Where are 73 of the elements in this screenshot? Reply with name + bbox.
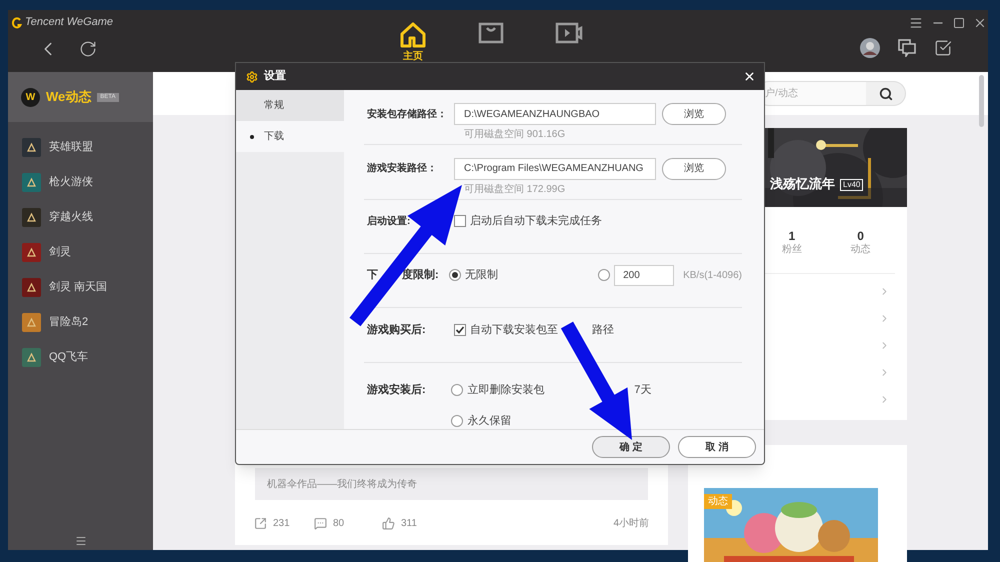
path-field[interactable]: D:\WEGAMEANZHAUNGBAO <box>454 103 656 125</box>
settings-icon <box>246 70 258 82</box>
field-label: 游戏安装后: <box>366 382 427 398</box>
settings-tab[interactable]: 下载 <box>236 121 344 152</box>
comment-button[interactable]: 80 <box>314 516 382 530</box>
radio-button[interactable] <box>449 269 462 282</box>
sidebar-item[interactable]: 剑灵 南天国 <box>8 270 153 305</box>
user-name: 浅殇忆流年 <box>770 174 835 192</box>
speed-unit: KB/s(1-4096) <box>683 268 742 283</box>
sidebar-item[interactable]: 枪火游侠 <box>8 165 153 200</box>
option-label: 自动下载安装包至 <box>470 322 558 338</box>
like-button[interactable]: 311 <box>382 516 417 530</box>
option-label: 7天 <box>634 383 652 398</box>
keep-option[interactable]: 永久保留 <box>451 412 512 429</box>
video-icon <box>555 22 583 44</box>
nav-tab[interactable]: 主页 <box>393 22 433 72</box>
option-label: 路径 <box>592 322 614 338</box>
keep-option[interactable]: 立即删除安装包 <box>451 382 544 398</box>
home-icon <box>399 22 427 48</box>
sidebar-item[interactable]: 剑灵 <box>8 235 153 270</box>
cancel-button[interactable]: 取 消 <box>678 436 756 458</box>
menu-icon[interactable] <box>909 16 923 30</box>
startup-option[interactable]: 启动后自动下载未完成任务 <box>454 212 602 230</box>
free-space: 可用磁盘空间 172.99G <box>464 182 566 197</box>
scrollbar[interactable] <box>979 75 984 127</box>
sidebar-item[interactable]: 穿越火线 <box>8 200 153 235</box>
radio-button[interactable] <box>451 414 464 427</box>
chat-icon[interactable] <box>898 39 916 57</box>
stat-label: 动态 <box>850 243 871 257</box>
share-icon <box>254 516 267 530</box>
sidebar-item[interactable]: 英雄联盟 <box>8 130 153 165</box>
menu-icon[interactable] <box>74 535 86 547</box>
radio-button[interactable] <box>451 384 464 396</box>
avatar[interactable] <box>860 38 880 58</box>
caption: 机器伞作品——我们终将成为传奇 <box>255 468 648 500</box>
browse-button[interactable]: 浏览 <box>662 103 726 125</box>
field-label: 度限制: <box>402 268 439 284</box>
app-title: Tencent WeGame <box>25 15 114 30</box>
post-time: 4小时前 <box>613 516 649 530</box>
speed-option[interactable]: 无限制 <box>449 267 498 284</box>
sidebar-title: We动态 <box>46 88 92 106</box>
checkbox[interactable] <box>454 215 466 228</box>
path-field[interactable]: C:\Program Files\WEGAMEANZHUANG <box>454 158 656 180</box>
free-space: 可用磁盘空间 901.16G <box>464 128 566 142</box>
settings-tab[interactable]: 常规 <box>236 90 344 121</box>
sidebar-item[interactable]: 冒险岛2 <box>8 305 153 340</box>
share-button[interactable]: 231 <box>254 516 314 530</box>
checkbox[interactable] <box>454 324 466 336</box>
field-label: 启动设置: <box>367 214 410 229</box>
refresh-icon[interactable] <box>79 40 97 58</box>
stat-label: 粉丝 <box>782 243 802 257</box>
browse-button[interactable]: 浏览 <box>662 158 726 180</box>
ok-button[interactable]: 确 定 <box>592 436 670 458</box>
thumbs-up-icon <box>382 516 395 530</box>
logo-icon <box>12 16 22 28</box>
stat-value: 1 <box>788 229 796 243</box>
speed-field[interactable]: 200 <box>614 264 674 286</box>
stat-value: 0 <box>857 229 864 243</box>
comment-icon <box>314 516 327 530</box>
level-badge: Lv40 <box>840 179 864 191</box>
field-label: 安装包存储路径： <box>366 107 448 122</box>
bag-icon <box>478 22 504 44</box>
dialog-title: 设置 <box>264 68 286 84</box>
logo: W <box>21 88 40 106</box>
mail-icon[interactable] <box>934 39 952 57</box>
field-label: 游戏购买后: <box>366 322 427 338</box>
field-label: 下 <box>367 268 378 284</box>
sidebar-item[interactable]: QQ飞车 <box>8 340 153 375</box>
close-icon[interactable] <box>743 70 756 83</box>
radio-button[interactable] <box>598 269 610 282</box>
field-label: 游戏安装路径： <box>366 161 438 176</box>
maximize-icon[interactable] <box>953 16 965 28</box>
post-badge: 动态 <box>704 494 732 509</box>
